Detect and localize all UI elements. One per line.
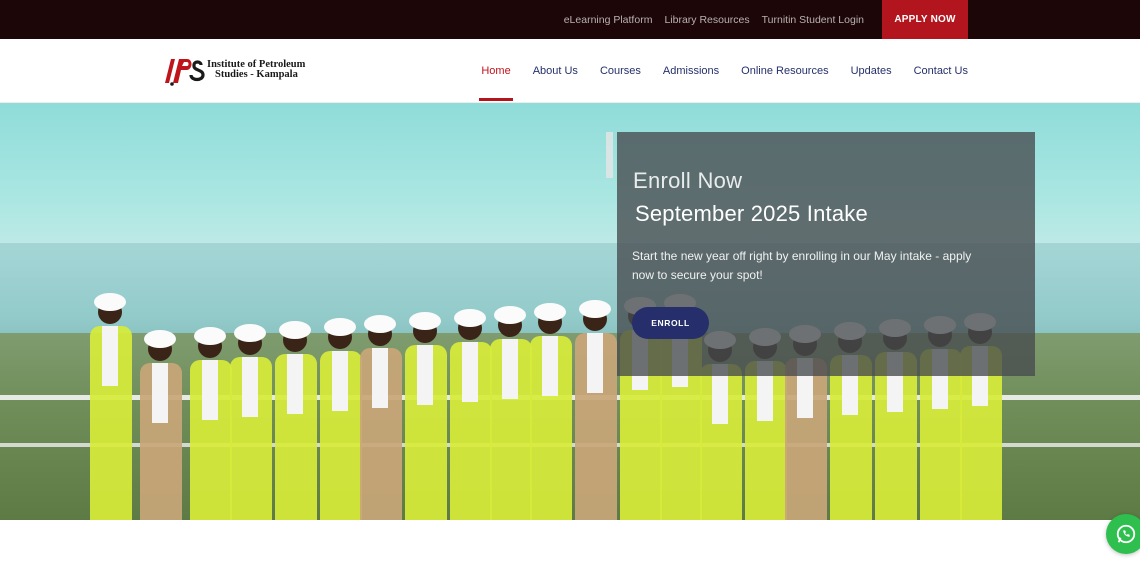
library-link[interactable]: Library Resources (664, 14, 749, 26)
hero-panel-tab (606, 132, 613, 178)
top-bar: eLearning Platform Library Resources Tur… (0, 0, 1140, 39)
ips-logo-mark (165, 59, 205, 86)
apply-now-button[interactable]: APPLY NOW (882, 0, 968, 39)
hero-eyebrow: Enroll Now (633, 168, 743, 193)
hero-title: September 2025 Intake (635, 201, 868, 226)
nav-updates[interactable]: Updates (851, 39, 892, 103)
main-header: Institute of Petroleum Studies - Kampala… (0, 39, 1140, 103)
main-nav: Home About Us Courses Admissions Online … (459, 39, 968, 103)
whatsapp-icon[interactable] (1106, 514, 1140, 554)
nav-home[interactable]: Home (479, 39, 514, 103)
ips-logo[interactable]: Institute of Petroleum Studies - Kampala (163, 53, 313, 87)
elearning-link[interactable]: eLearning Platform (564, 14, 653, 26)
hero-enroll-panel: Enroll Now September 2025 Intake Start t… (617, 132, 1035, 376)
nav-admissions[interactable]: Admissions (663, 39, 719, 103)
hero-banner: Enroll Now September 2025 Intake Start t… (0, 103, 1140, 520)
nav-online-resources[interactable]: Online Resources (741, 39, 828, 103)
nav-about-us[interactable]: About Us (533, 39, 578, 103)
enroll-button[interactable]: ENROLL (632, 307, 709, 339)
logo-text: Institute of Petroleum Studies - Kampala (207, 59, 305, 80)
turnitin-link[interactable]: Turnitin Student Login (762, 14, 864, 26)
hero-description: Start the new year off right by enrollin… (632, 249, 972, 282)
logo-line-2: Studies - Kampala (215, 69, 298, 80)
nav-contact-us[interactable]: Contact Us (914, 39, 968, 103)
nav-courses[interactable]: Courses (600, 39, 641, 103)
